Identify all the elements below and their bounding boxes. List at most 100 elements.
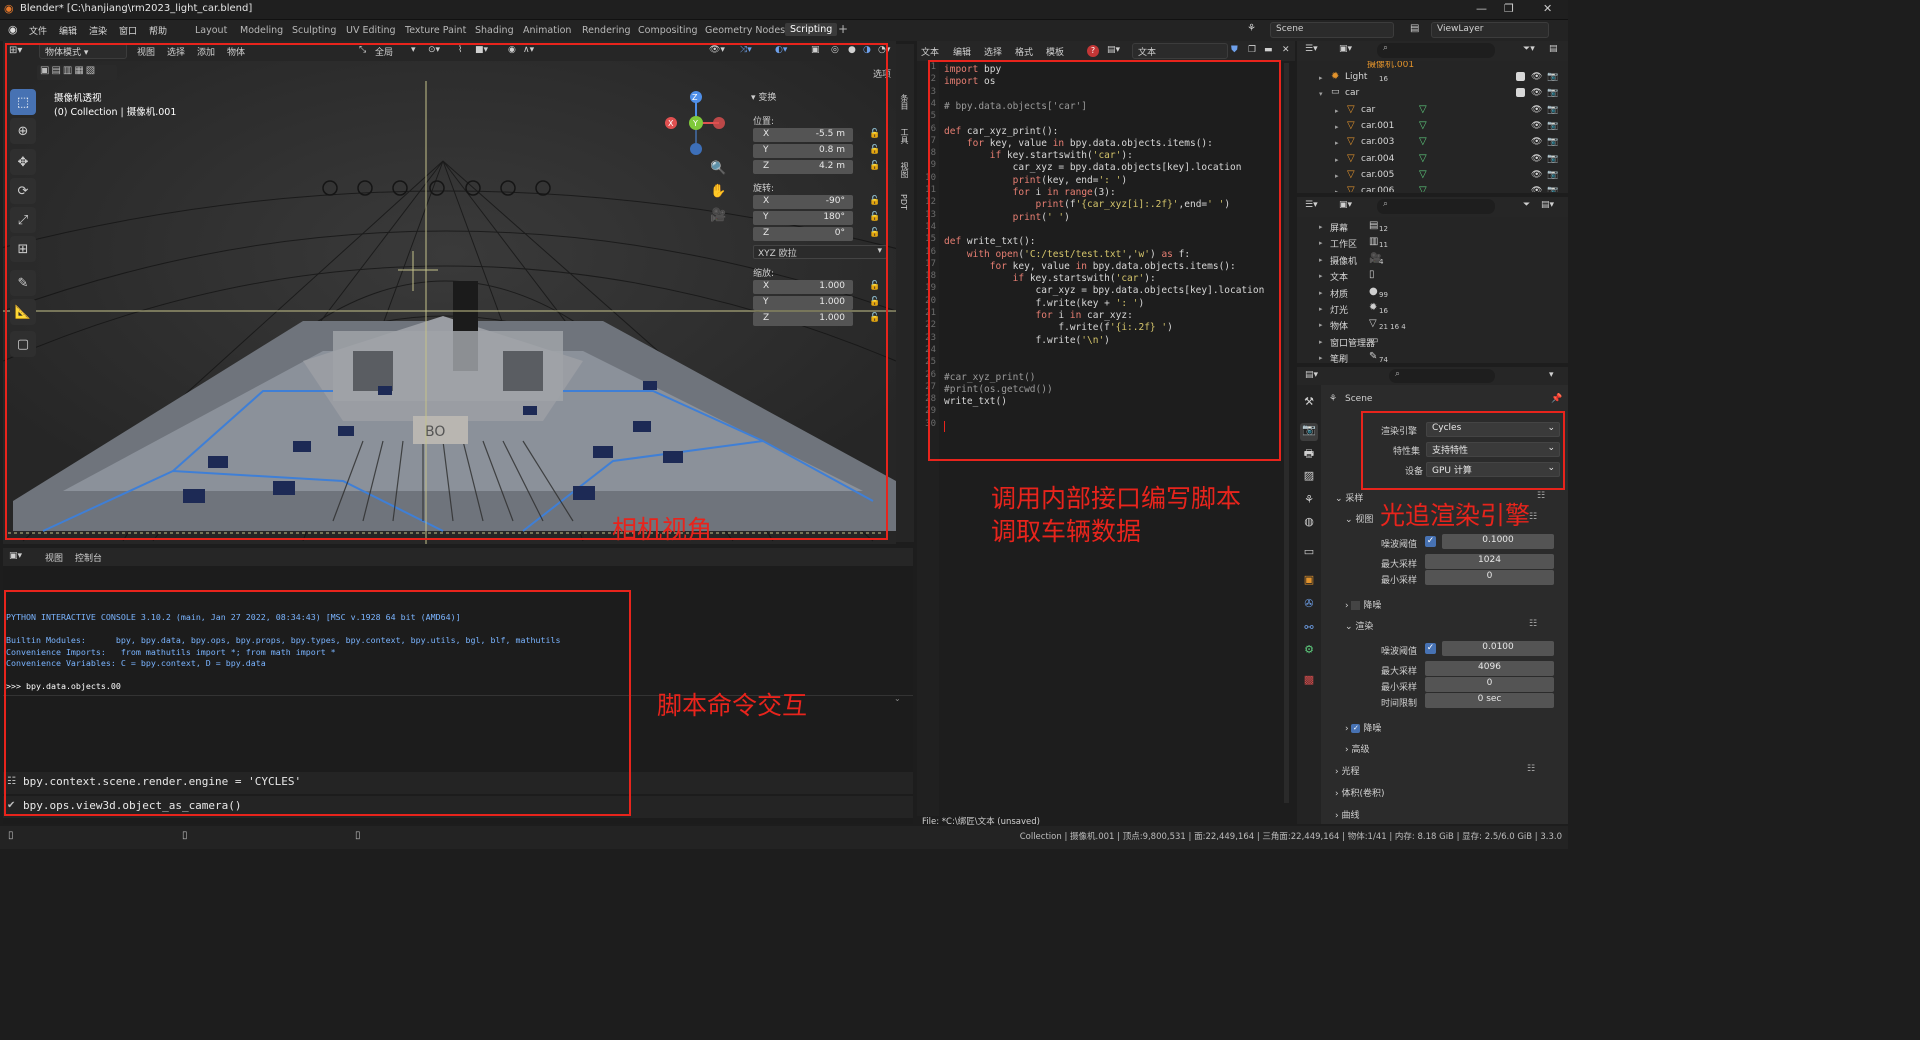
time-limit-field[interactable]: 0 sec [1425,693,1554,708]
volumes-panel-header[interactable]: › 体积(卷积) [1335,786,1385,799]
eye-icon[interactable]: 👁 [1531,72,1542,82]
editor-type-icon[interactable]: ⊞▾ [9,45,22,56]
output-tab-icon[interactable]: 🖶 [1300,445,1318,463]
new-collection-icon[interactable]: ▤ [1549,44,1558,54]
viewport-subpanel-header[interactable]: ⌄ 视图 [1345,512,1373,525]
gizmo-toggle-icon[interactable]: ⤨▾ [740,45,752,55]
scale-z-field[interactable]: Z 1.000 [753,312,853,326]
blend-data-row[interactable]: ▸ 窗口管理器 ▭ [1297,334,1568,350]
orientation-selector[interactable]: 全局 [375,45,393,58]
vp-max-samples-field[interactable]: 1024 [1425,554,1554,569]
lock-icon[interactable]: 🔓 [869,145,880,155]
sampling-panel-header[interactable]: ⌄ 采样 [1335,491,1363,504]
text-name-field[interactable]: 文本 [1132,43,1228,59]
r-noise-field[interactable]: 0.0100 [1442,641,1554,656]
templates-menu[interactable]: 模板 [1046,45,1064,58]
eye-icon[interactable]: 👁 [1531,170,1542,180]
view-layer-tab-icon[interactable]: ▨ [1300,469,1318,487]
outliner-row[interactable]: ▸ ▽ car ▽ 👁 📷 [1297,103,1568,119]
scale-x-field[interactable]: X 1.000 [753,280,853,294]
select-menu[interactable]: 选择 [984,45,1002,58]
tab-scripting[interactable]: Scripting [785,23,838,36]
outliner-row[interactable]: ▸ ▽ car.003 ▽ 👁 📷 [1297,135,1568,151]
checkbox-icon[interactable] [1516,72,1525,81]
expand-icon[interactable]: ▸ [1319,256,1323,264]
blend-data-browser[interactable]: ☰▾ ▣▾ ⌕ ⏷ ▤▾ ▸ 屏幕 ▤ 12 ▸ 工作区 ▥ 11 ▸ 摄像机 🎥 4 ▸ 文本 ▯ ▸ 材质 ●… [1297,197,1568,366]
feature-set-dropdown[interactable]: 支持特性 ⌄ [1426,442,1560,457]
blend-data-row[interactable]: ▸ 屏幕 ▤ 12 [1297,219,1568,235]
location-x-field[interactable]: X -5.5 m [753,128,853,142]
mode-selector[interactable]: 物体模式 ▾ [39,43,127,59]
curves-panel-header[interactable]: › 曲线 [1335,808,1359,821]
menu-help[interactable]: 帮助 [149,24,167,37]
modifier-tab-icon[interactable]: ✇ [1300,597,1318,615]
expand-icon[interactable]: ▸ [1319,74,1323,82]
blend-options-icon[interactable]: ▤▾ [1541,200,1554,210]
vp-noise-field[interactable]: 0.1000 [1442,534,1554,549]
r-max-samples-field[interactable]: 4096 [1425,661,1554,676]
tab-uv-editing[interactable]: UV Editing [346,25,396,36]
pin-icon[interactable]: 📌 [1551,394,1562,404]
selection-mode-icons[interactable]: ▣▤▥▦▧ [37,65,117,80]
outliner-search-input[interactable]: ⌕ [1377,43,1495,58]
material-shading-icon[interactable]: ◑ [863,45,871,55]
camera-render-icon[interactable]: 📷 [1547,105,1558,115]
rendered-shading-icon[interactable]: ◔▾ [878,45,890,55]
blend-data-row[interactable]: ▸ 笔刷 ✎ 74 [1297,350,1568,366]
lock-icon[interactable]: 🔓 [869,228,880,238]
expand-icon[interactable]: ▸ [1319,305,1323,313]
outliner-row[interactable]: ▸ ▽ car.005 ▽ 👁 📷 [1297,168,1568,184]
scene-icon[interactable]: ⚘ [1247,23,1256,34]
camera-render-icon[interactable]: 📷 [1547,186,1558,192]
blend-data-row[interactable]: ▸ 摄像机 🎥 4 [1297,252,1568,268]
close-text-icon[interactable]: ✕ [1282,45,1290,55]
camera-render-icon[interactable]: 📷 [1547,88,1558,98]
chevron-down-icon[interactable]: ▾ [411,45,416,55]
tab-texture-paint[interactable]: Texture Paint [405,25,466,36]
menu-file[interactable]: 文件 [29,24,47,37]
chevron-down-icon[interactable]: ⌄ [894,694,901,703]
outliner-row[interactable]: ▾ ▭ car 👁 📷 [1297,86,1568,102]
expand-icon[interactable]: ▾ [1319,90,1323,98]
tab-modeling[interactable]: Modeling [240,25,283,36]
blender-menu-icon[interactable]: ◉ [8,23,18,36]
camera-render-icon[interactable]: 📷 [1547,170,1558,180]
properties-editor[interactable]: ▤▾ ⌕ ▾ ⚒ 📷 🖶 ▨ ⚘ ◍ ▭ ▣ ✇ ⚯ ⚙ ▩ ⚘ Scene 📌… [1297,367,1568,824]
lock-icon[interactable]: 🔓 [869,161,880,171]
world-tab-icon[interactable]: ◍ [1300,515,1318,533]
camera-render-icon[interactable]: 📷 [1547,121,1558,131]
blend-display-icon[interactable]: ▣▾ [1339,200,1352,210]
console-menu-console[interactable]: 控制台 [75,551,102,564]
wireframe-shading-icon[interactable]: ◎ [831,45,839,55]
move-tool[interactable]: ✥ [10,149,36,175]
tab-tool[interactable]: 工具 [899,128,910,144]
maximize-button[interactable]: ❐ [1504,2,1514,15]
expand-icon[interactable]: ▸ [1335,123,1339,131]
tab-animation[interactable]: Animation [523,25,571,36]
constraint-tab-icon[interactable]: ⚯ [1300,621,1318,639]
measure-tool[interactable]: 📐 [10,299,36,325]
eye-icon[interactable]: 👁 [1531,186,1542,192]
close-button[interactable]: ✕ [1543,2,1552,15]
tab-shading[interactable]: Shading [475,25,514,36]
blend-data-row[interactable]: ▸ 材质 ● 99 [1297,285,1568,301]
console-prompt-line[interactable]: >>> bpy.data.objects.00 [6,681,121,691]
overlay-toggle-icon[interactable]: ◐▾ [775,45,787,55]
advanced-panel-header[interactable]: › 高级 [1345,742,1369,755]
options-menu[interactable]: 选项 [873,67,891,80]
vp-denoise-header[interactable]: › 降噪 [1345,598,1381,611]
collection-tab-icon[interactable]: ▭ [1300,545,1318,563]
lock-icon[interactable]: 🔓 [869,196,880,206]
vp-noise-checkbox[interactable]: ✓ [1425,536,1436,547]
code-area[interactable]: import bpy import os # bpy.data.objects['c… [917,63,1287,803]
r-min-samples-field[interactable]: 0 [1425,677,1554,692]
lock-icon[interactable]: 🔓 [869,129,880,139]
tool-tab-icon[interactable]: ⚒ [1300,395,1318,413]
tab-item[interactable]: 条目 [899,94,910,110]
zoom-icon[interactable]: 🔍 [710,161,726,176]
viewport-menu-object[interactable]: 物体 [227,45,245,58]
viewport-menu-select[interactable]: 选择 [167,45,185,58]
expand-icon[interactable]: ▸ [1335,139,1339,147]
snap-icon[interactable]: ⌇ [458,45,462,55]
transform-tool[interactable]: ⊞ [10,236,36,262]
